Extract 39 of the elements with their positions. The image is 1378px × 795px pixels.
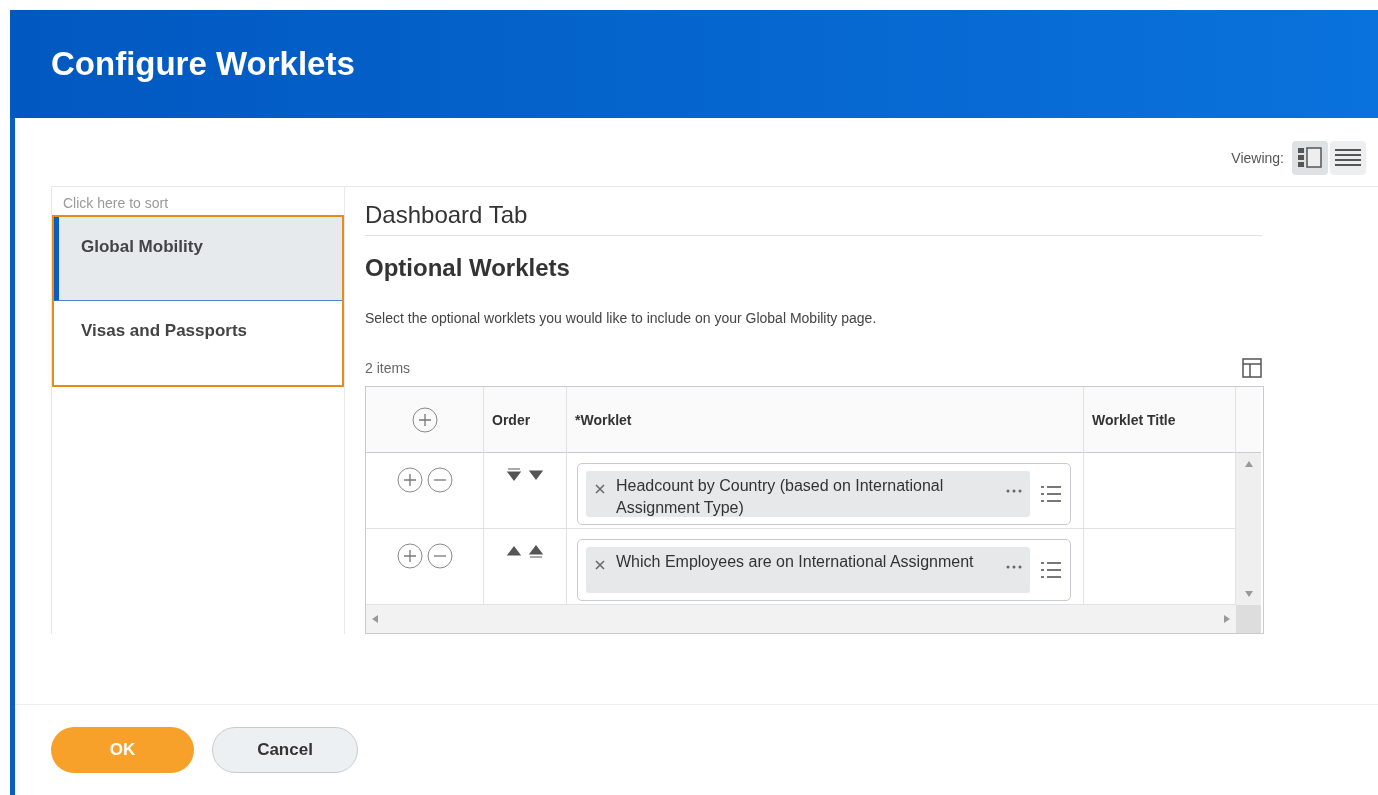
split-view-icon [1296, 146, 1324, 170]
sort-list-item[interactable]: Global Mobility [54, 217, 342, 301]
page-title: Configure Worklets [51, 45, 355, 83]
split-view-button[interactable] [1292, 141, 1328, 175]
cancel-button[interactable]: Cancel [212, 727, 358, 773]
remove-icon[interactable] [594, 559, 606, 571]
more-icon[interactable] [1006, 489, 1022, 493]
table-layout-icon[interactable] [1242, 358, 1262, 378]
scroll-up-icon[interactable] [1244, 461, 1253, 467]
scrollbar-corner [1236, 605, 1261, 633]
scroll-right-icon[interactable] [1224, 615, 1230, 623]
column-header: *Worklet [567, 387, 1084, 453]
viewing-label: Viewing: [1231, 150, 1284, 166]
move-top-icon[interactable] [528, 543, 544, 559]
remove-icon[interactable] [594, 483, 606, 495]
instruction-text: Select the optional worklets you would like to include on your Global Mobility page. [365, 310, 878, 326]
scroll-left-icon[interactable] [372, 615, 378, 623]
item-count: 2 items [365, 360, 411, 376]
column-header: Order [484, 387, 567, 453]
add-icon[interactable] [396, 543, 423, 569]
add-row-icon[interactable] [411, 406, 438, 433]
list-view-button[interactable] [1330, 141, 1366, 175]
tab-title: Dashboard Tab [365, 201, 1262, 236]
list-icon[interactable] [1040, 485, 1062, 503]
remove-icon[interactable] [426, 543, 453, 569]
scroll-down-icon[interactable] [1244, 591, 1253, 597]
more-icon[interactable] [1006, 565, 1022, 569]
add-icon[interactable] [396, 467, 423, 493]
column-header: Worklet Title [1084, 387, 1236, 453]
move-bottom-icon[interactable] [506, 467, 522, 483]
worklet-field[interactable]: Which Employees are on International Assignment [577, 539, 1071, 601]
list-icon[interactable] [1040, 561, 1062, 579]
worklet-field[interactable]: Headcount by Country (based on International Assignment Type) [577, 463, 1071, 525]
remove-icon[interactable] [426, 467, 453, 493]
vertical-scrollbar[interactable] [1236, 453, 1261, 605]
worklet-name: Headcount by Country (based on International Assignment Type) [616, 476, 945, 518]
horizontal-scrollbar[interactable] [366, 605, 1236, 633]
section-heading: Optional Worklets [365, 254, 571, 282]
worklet-name: Which Employees are on International Assignment [616, 552, 975, 572]
